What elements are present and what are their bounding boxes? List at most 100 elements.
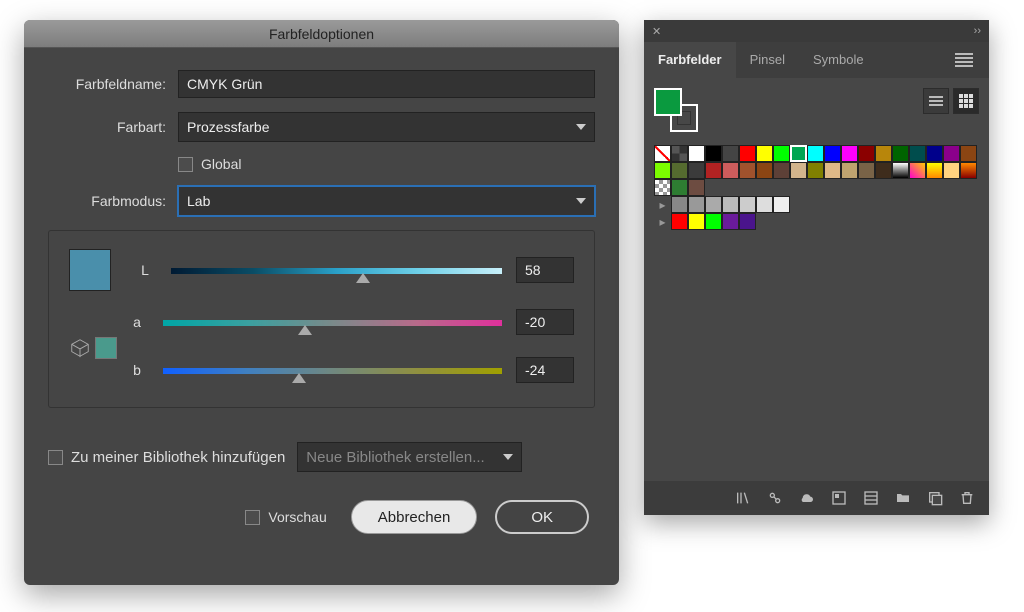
swatch-color[interactable] <box>705 162 722 179</box>
library-icon[interactable] <box>735 490 751 506</box>
swatch-color[interactable] <box>773 162 790 179</box>
swatch-color[interactable] <box>671 162 688 179</box>
cancel-button[interactable]: Abbrechen <box>351 500 478 534</box>
swatch-color[interactable] <box>671 213 688 230</box>
chevron-down-icon <box>576 198 586 204</box>
swatch-color[interactable] <box>705 145 722 162</box>
swatch-color[interactable] <box>926 145 943 162</box>
swatch-color[interactable] <box>943 162 960 179</box>
ok-button[interactable]: OK <box>495 500 589 534</box>
swatch-gradient[interactable] <box>960 162 977 179</box>
name-label: Farbfeldname: <box>48 76 178 92</box>
swatch-color[interactable] <box>943 145 960 162</box>
swatch-color[interactable] <box>739 145 756 162</box>
swatch-none[interactable] <box>654 145 671 162</box>
channel-L-slider[interactable] <box>171 264 502 276</box>
swatch-color[interactable] <box>722 213 739 230</box>
swatch-color[interactable] <box>705 196 722 213</box>
add-to-library-checkbox[interactable]: Zu meiner Bibliothek hinzufügen <box>48 449 285 466</box>
list-icon[interactable] <box>863 490 879 506</box>
channel-b-slider[interactable] <box>163 364 502 376</box>
swatch-color[interactable] <box>756 145 773 162</box>
swatch-color[interactable] <box>688 162 705 179</box>
channel-a-value[interactable]: -20 <box>516 309 574 335</box>
list-view-button[interactable] <box>923 88 949 114</box>
colormode-select[interactable]: Lab <box>178 186 595 216</box>
swatch-color[interactable] <box>790 162 807 179</box>
swatch-color[interactable] <box>892 145 909 162</box>
tab-symbole[interactable]: Symbole <box>799 42 878 78</box>
swatch-color[interactable] <box>705 213 722 230</box>
swatch-color[interactable] <box>875 162 892 179</box>
swatch-color[interactable] <box>841 162 858 179</box>
gamut-corrected-color[interactable] <box>95 337 117 359</box>
folder-icon[interactable] <box>895 490 911 506</box>
global-checkbox[interactable]: Global <box>178 156 241 172</box>
swatch-color[interactable] <box>756 196 773 213</box>
swatch-color[interactable] <box>722 196 739 213</box>
tab-pinsel[interactable]: Pinsel <box>736 42 799 78</box>
swatch-color[interactable] <box>756 162 773 179</box>
channel-a-label: a <box>117 314 157 330</box>
gamut-warning-icon[interactable] <box>69 337 91 359</box>
channel-L-value[interactable]: 58 <box>516 257 574 283</box>
link-icon[interactable] <box>767 490 783 506</box>
channel-b-label: b <box>117 362 157 378</box>
swatch-color[interactable] <box>960 145 977 162</box>
swatch-options-icon[interactable] <box>831 490 847 506</box>
preview-checkbox[interactable]: Vorschau <box>245 509 326 525</box>
swatch-gradient[interactable] <box>909 162 926 179</box>
swatch-color[interactable] <box>688 145 705 162</box>
colortype-select[interactable]: Prozessfarbe <box>178 112 595 142</box>
swatch-color[interactable] <box>824 162 841 179</box>
dialog-title: Farbfeldoptionen <box>24 20 619 48</box>
swatch-color[interactable] <box>773 145 790 162</box>
swatch-color[interactable] <box>807 145 824 162</box>
swatch-name-input[interactable] <box>178 70 595 98</box>
channel-a-slider[interactable] <box>163 316 502 328</box>
colormode-label: Farbmodus: <box>48 193 178 209</box>
swatch-color[interactable] <box>654 162 671 179</box>
swatch-color[interactable] <box>722 162 739 179</box>
swatch-group-folder[interactable]: ▸ <box>654 213 671 230</box>
swatch-color[interactable] <box>824 145 841 162</box>
swatch-registration[interactable] <box>671 145 688 162</box>
swatch-gradient[interactable] <box>926 162 943 179</box>
swatch-color[interactable] <box>858 162 875 179</box>
close-icon[interactable]: ✕ <box>652 25 661 38</box>
new-swatch-icon[interactable] <box>927 490 943 506</box>
library-select[interactable]: Neue Bibliothek erstellen... <box>297 442 522 472</box>
panel-footer <box>644 481 989 515</box>
swatch-color[interactable] <box>671 196 688 213</box>
swatch-color[interactable] <box>688 196 705 213</box>
swatch-color[interactable] <box>739 196 756 213</box>
swatch-color[interactable] <box>858 145 875 162</box>
swatch-color[interactable] <box>909 145 926 162</box>
channel-L-label: L <box>125 262 165 278</box>
channel-b-value[interactable]: -24 <box>516 357 574 383</box>
swatch-color[interactable] <box>790 145 807 162</box>
swatch-color[interactable] <box>722 145 739 162</box>
panel-menu-icon[interactable] <box>955 53 973 67</box>
swatch-color[interactable] <box>875 145 892 162</box>
swatch-group-folder[interactable]: ▸ <box>654 196 671 213</box>
swatch-color[interactable] <box>688 179 705 196</box>
swatch-options-dialog: Farbfeldoptionen Farbfeldname: Farbart: … <box>24 20 619 585</box>
swatch-color[interactable] <box>841 145 858 162</box>
swatch-color[interactable] <box>807 162 824 179</box>
cloud-icon[interactable] <box>799 490 815 506</box>
swatch-gradient[interactable] <box>892 162 909 179</box>
fill-stroke-indicator[interactable] <box>654 88 698 132</box>
collapse-icon[interactable]: ›› <box>974 25 981 37</box>
swatch-transparent[interactable] <box>654 179 671 196</box>
swatch-grid: ▸▸ <box>654 145 979 230</box>
swatch-color[interactable] <box>773 196 790 213</box>
tab-farbfelder[interactable]: Farbfelder <box>644 42 736 78</box>
swatch-color[interactable] <box>739 162 756 179</box>
swatch-color[interactable] <box>688 213 705 230</box>
chevron-down-icon <box>576 124 586 130</box>
trash-icon[interactable] <box>959 490 975 506</box>
grid-view-button[interactable] <box>953 88 979 114</box>
swatch-color[interactable] <box>671 179 688 196</box>
swatch-color[interactable] <box>739 213 756 230</box>
